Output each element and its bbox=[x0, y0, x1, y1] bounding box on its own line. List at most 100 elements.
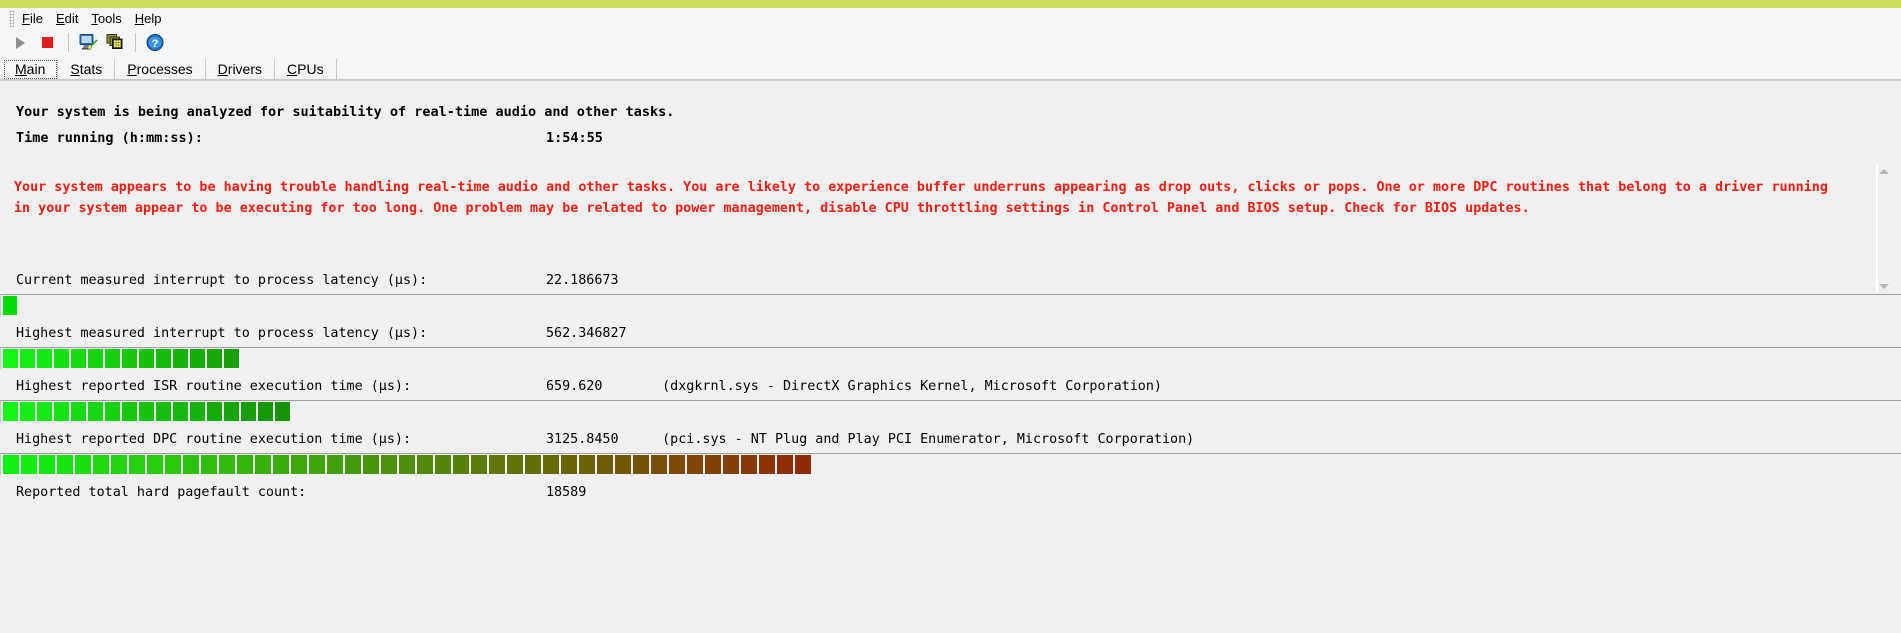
menu-item-edit[interactable]: Edit bbox=[53, 10, 88, 27]
scroll-up-icon[interactable] bbox=[1878, 169, 1889, 174]
bar-segment bbox=[237, 455, 253, 474]
metric-row: Highest reported DPC routine execution t… bbox=[0, 428, 1901, 452]
bar-segment bbox=[597, 455, 613, 474]
current-interrupt-to-process-latency-bar-fill bbox=[3, 296, 19, 315]
bar-segment bbox=[173, 402, 188, 421]
stop-icon bbox=[42, 37, 53, 48]
bar-segment bbox=[190, 349, 205, 368]
row-spacer bbox=[0, 505, 1901, 515]
bar-segment bbox=[201, 455, 217, 474]
bar-segment bbox=[122, 349, 137, 368]
bar-segment bbox=[759, 455, 775, 474]
bar-segment bbox=[687, 455, 703, 474]
bar-segment bbox=[54, 402, 69, 421]
bar-segment bbox=[471, 455, 487, 474]
bar-segment bbox=[105, 402, 120, 421]
help-button[interactable]: ? bbox=[142, 31, 167, 54]
menu-item-help[interactable]: Help bbox=[132, 10, 172, 27]
bar-segment bbox=[241, 402, 256, 421]
bar-segment bbox=[54, 349, 69, 368]
highest-dpc-routine-execution-time-bar bbox=[0, 453, 1901, 475]
bar-segment bbox=[795, 455, 811, 474]
highest-isr-routine-execution-time-value: 659.620 bbox=[546, 379, 603, 394]
bar-segment bbox=[489, 455, 505, 474]
bar-segment bbox=[525, 455, 541, 474]
bar-segment bbox=[417, 455, 433, 474]
highest-dpc-routine-execution-time-value: 3125.8450 bbox=[546, 432, 619, 447]
bar-segment bbox=[255, 455, 271, 474]
start-monitoring-button[interactable] bbox=[8, 31, 33, 54]
analysis-status-line: Your system is being analyzed for suitab… bbox=[16, 104, 675, 120]
bar-segment bbox=[122, 402, 137, 421]
toolbar-grip-handle[interactable] bbox=[9, 9, 14, 27]
main-tab-panel: Your system is being analyzed for suitab… bbox=[0, 80, 1901, 633]
highest-isr-routine-execution-time-bar bbox=[0, 400, 1901, 422]
highest-interrupt-to-process-latency-label: Highest measured interrupt to process la… bbox=[16, 326, 428, 341]
latencymon-window: File Edit Tools Help ? Main Stats Proces… bbox=[0, 0, 1901, 633]
bar-segment bbox=[21, 455, 37, 474]
bar-segment bbox=[399, 455, 415, 474]
menu-item-tools[interactable]: Tools bbox=[88, 10, 131, 27]
bar-segment bbox=[723, 455, 739, 474]
bar-segment bbox=[111, 455, 127, 474]
warning-panel: Your system appears to be having trouble… bbox=[0, 165, 1901, 293]
current-interrupt-to-process-latency-label: Current measured interrupt to process la… bbox=[16, 273, 428, 288]
bar-segment bbox=[381, 455, 397, 474]
bar-segment bbox=[93, 455, 109, 474]
menu-item-file[interactable]: File bbox=[19, 10, 53, 27]
reported-total-hard-pagefault-count-value: 18589 bbox=[546, 485, 587, 500]
tab-drivers[interactable]: Drivers bbox=[206, 59, 276, 80]
tab-cpus[interactable]: CPUs bbox=[275, 59, 337, 80]
bar-segment bbox=[651, 455, 667, 474]
bar-segment bbox=[183, 455, 199, 474]
bar-segment bbox=[435, 455, 451, 474]
bar-segment bbox=[3, 402, 18, 421]
bar-segment bbox=[579, 455, 595, 474]
window-accent-strip bbox=[0, 0, 1901, 8]
bar-segment bbox=[224, 349, 239, 368]
bar-segment bbox=[75, 455, 91, 474]
bar-segment bbox=[173, 349, 188, 368]
highest-interrupt-to-process-latency-bar bbox=[0, 347, 1901, 369]
bar-segment bbox=[363, 455, 379, 474]
bar-segment bbox=[147, 455, 163, 474]
bar-segment bbox=[57, 455, 73, 474]
highest-interrupt-to-process-latency-value: 562.346827 bbox=[546, 326, 627, 341]
bar-segment bbox=[309, 455, 325, 474]
metric-row: Reported total hard pagefault count: 1858… bbox=[0, 481, 1901, 505]
bar-segment bbox=[156, 402, 171, 421]
bar-segment bbox=[129, 455, 145, 474]
bar-segment bbox=[219, 455, 235, 474]
scroll-down-icon[interactable] bbox=[1878, 284, 1889, 289]
bar-segment bbox=[139, 349, 154, 368]
question-help-icon: ? bbox=[146, 34, 163, 51]
system-info-button[interactable] bbox=[75, 31, 100, 54]
tab-stats[interactable]: Stats bbox=[58, 59, 116, 80]
current-interrupt-to-process-latency-bar bbox=[0, 294, 1901, 316]
current-interrupt-to-process-latency-value: 22.186673 bbox=[546, 273, 619, 288]
bar-segment bbox=[615, 455, 631, 474]
play-icon bbox=[16, 36, 25, 49]
highest-isr-routine-execution-time-label: Highest reported ISR routine execution t… bbox=[16, 379, 412, 394]
highest-dpc-routine-execution-time-row: Highest reported DPC routine execution t… bbox=[16, 428, 1901, 452]
bar-segment bbox=[190, 402, 205, 421]
metric-row: Current measured interrupt to process la… bbox=[0, 269, 1901, 293]
bar-segment bbox=[633, 455, 649, 474]
tab-main[interactable]: Main bbox=[3, 59, 59, 80]
bar-segment bbox=[3, 455, 19, 474]
time-running-label: Time running (h:mm:ss): bbox=[16, 130, 203, 146]
highest-dpc-routine-execution-time-bar-fill bbox=[3, 455, 813, 474]
report-button[interactable] bbox=[102, 31, 127, 54]
stop-monitoring-button[interactable] bbox=[35, 31, 60, 54]
bar-segment bbox=[207, 349, 222, 368]
menu-bar: File Edit Tools Help bbox=[0, 8, 1901, 29]
bar-segment bbox=[71, 349, 86, 368]
tab-processes[interactable]: Processes bbox=[115, 59, 206, 80]
bar-segment bbox=[207, 402, 222, 421]
bar-segment bbox=[20, 402, 35, 421]
bar-segment bbox=[37, 349, 52, 368]
toolbar: ? bbox=[0, 29, 1901, 56]
toolbar-separator-2 bbox=[135, 33, 136, 52]
warning-scrollbar[interactable] bbox=[1876, 165, 1889, 293]
bar-segment bbox=[3, 349, 18, 368]
